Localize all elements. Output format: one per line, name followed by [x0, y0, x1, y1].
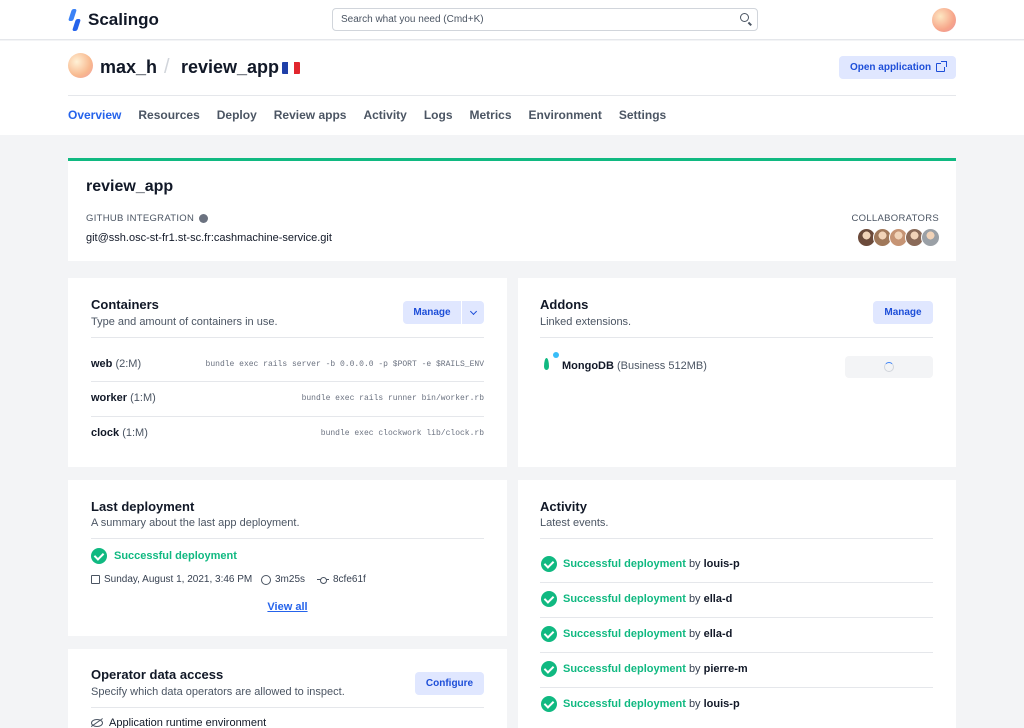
status-dot-icon	[553, 352, 559, 358]
brand-name: Scalingo	[88, 10, 159, 30]
top-bar: Scalingo	[0, 0, 1024, 40]
addons-manage-button[interactable]: Manage	[873, 301, 933, 324]
tab-deploy[interactable]: Deploy	[217, 108, 257, 122]
search-input[interactable]	[332, 8, 758, 31]
divider	[540, 337, 933, 338]
operator-subtitle: Specify which data operators are allowed…	[91, 686, 345, 698]
owner-avatar	[68, 53, 93, 78]
eye-off-icon	[91, 719, 103, 727]
containers-subtitle: Type and amount of containers in use.	[91, 316, 278, 328]
addons-subtitle: Linked extensions.	[540, 316, 631, 328]
divider	[91, 707, 484, 708]
git-url[interactable]: git@ssh.osc-st-fr1.st-sc.fr:cashmachine-…	[86, 232, 332, 244]
user-avatar[interactable]	[932, 8, 956, 32]
tab-overview[interactable]: Overview	[68, 108, 121, 122]
container-row: clock (1:M) bundle exec clockwork lib/cl…	[91, 417, 484, 452]
last-deployment-card: Last deployment A summary about the last…	[68, 480, 507, 636]
tab-metrics[interactable]: Metrics	[470, 108, 512, 122]
external-link-icon	[936, 63, 945, 72]
containers-card: Containers Type and amount of containers…	[68, 278, 507, 467]
containers-manage-dropdown[interactable]	[462, 301, 484, 324]
france-flag-icon	[282, 62, 300, 74]
app-summary-card: review_app GITHUB INTEGRATION git@ssh.os…	[68, 158, 956, 261]
containers-manage-button[interactable]: Manage	[403, 301, 461, 324]
activity-item[interactable]: Successful deployment by ella-d	[541, 618, 933, 653]
app-tabs: Overview Resources Deploy Review apps Ac…	[68, 108, 666, 122]
divider	[91, 337, 484, 338]
operator-data-access-card: Operator data access Specify which data …	[68, 649, 507, 728]
addons-title: Addons	[540, 297, 588, 312]
github-integration-label: GITHUB INTEGRATION	[86, 213, 208, 224]
success-check-icon	[91, 548, 107, 564]
app-header: max_h / review_app Open application Over…	[0, 41, 1024, 135]
configure-button[interactable]: Configure	[415, 672, 484, 695]
chevron-down-icon	[469, 307, 476, 314]
addon-status-loading	[845, 356, 933, 378]
last-deployment-subtitle: A summary about the last app deployment.	[91, 517, 300, 529]
search-icon[interactable]	[740, 13, 749, 22]
tab-environment[interactable]: Environment	[529, 108, 602, 122]
open-application-button[interactable]: Open application	[839, 56, 956, 79]
tab-resources[interactable]: Resources	[138, 108, 199, 122]
success-check-icon	[541, 556, 557, 572]
deployment-date: Sunday, August 1, 2021, 3:46 PM	[91, 574, 252, 585]
deployment-commit[interactable]: 8cfe61f	[317, 574, 366, 585]
breadcrumb-separator: /	[164, 56, 170, 79]
tab-logs[interactable]: Logs	[424, 108, 453, 122]
collaborators-list	[860, 228, 940, 247]
collaborators-label: COLLABORATORS	[852, 213, 940, 224]
owner-name[interactable]: max_h	[100, 57, 157, 78]
container-name: worker (1:M)	[91, 392, 156, 404]
container-command: bundle exec rails runner bin/worker.rb	[302, 394, 484, 403]
divider	[91, 538, 484, 539]
success-check-icon	[541, 696, 557, 712]
container-name: clock (1:M)	[91, 427, 148, 439]
activity-card: Activity Latest events. Successful deplo…	[518, 480, 956, 728]
activity-title: Activity	[540, 499, 587, 514]
scalingo-logo[interactable]: Scalingo	[68, 9, 159, 31]
header-divider	[68, 95, 956, 96]
last-deployment-title: Last deployment	[91, 499, 194, 514]
divider	[540, 538, 933, 539]
tab-settings[interactable]: Settings	[619, 108, 666, 122]
commit-icon	[317, 577, 329, 583]
success-check-icon	[541, 661, 557, 677]
container-row: worker (1:M) bundle exec rails runner bi…	[91, 382, 484, 417]
activity-item[interactable]: Successful deployment by louis-p	[541, 548, 933, 583]
calendar-icon	[91, 575, 100, 584]
activity-item[interactable]: Successful deployment by pierre-m	[541, 653, 933, 688]
success-check-icon	[541, 626, 557, 642]
scalingo-logo-icon	[68, 9, 82, 31]
addon-name[interactable]: MongoDB (Business 512MB)	[562, 360, 707, 372]
containers-manage-group: Manage	[403, 301, 484, 324]
github-icon	[199, 214, 208, 223]
deployment-duration: 3m25s	[261, 574, 305, 585]
activity-subtitle: Latest events.	[540, 517, 609, 529]
container-command: bundle exec rails server -b 0.0.0.0 -p $…	[206, 360, 484, 369]
containers-title: Containers	[91, 297, 159, 312]
tab-activity[interactable]: Activity	[363, 108, 406, 122]
github-integration-text: GITHUB INTEGRATION	[86, 213, 194, 224]
container-name: web (2:M)	[91, 358, 141, 370]
view-all-deployments-link[interactable]: View all	[68, 601, 507, 613]
app-card-title: review_app	[86, 178, 173, 196]
activity-item[interactable]: Successful deployment by louis-p	[541, 688, 933, 723]
clock-icon	[261, 575, 271, 585]
collaborator-avatar[interactable]	[921, 228, 940, 247]
app-name[interactable]: review_app	[181, 57, 279, 78]
container-row: web (2:M) bundle exec rails server -b 0.…	[91, 348, 484, 383]
mongodb-icon	[544, 358, 549, 370]
activity-item[interactable]: Successful deployment by ella-d	[541, 583, 933, 618]
addons-card: Addons Linked extensions. Manage MongoDB…	[518, 278, 956, 467]
open-application-label: Open application	[850, 62, 931, 73]
tab-review-apps[interactable]: Review apps	[274, 108, 347, 122]
deployment-status[interactable]: Successful deployment	[114, 550, 237, 562]
operator-title: Operator data access	[91, 667, 223, 682]
operator-access-item: Application runtime environment	[91, 717, 266, 728]
container-command: bundle exec clockwork lib/clock.rb	[321, 429, 484, 438]
loading-spinner-icon	[884, 362, 894, 372]
success-check-icon	[541, 591, 557, 607]
